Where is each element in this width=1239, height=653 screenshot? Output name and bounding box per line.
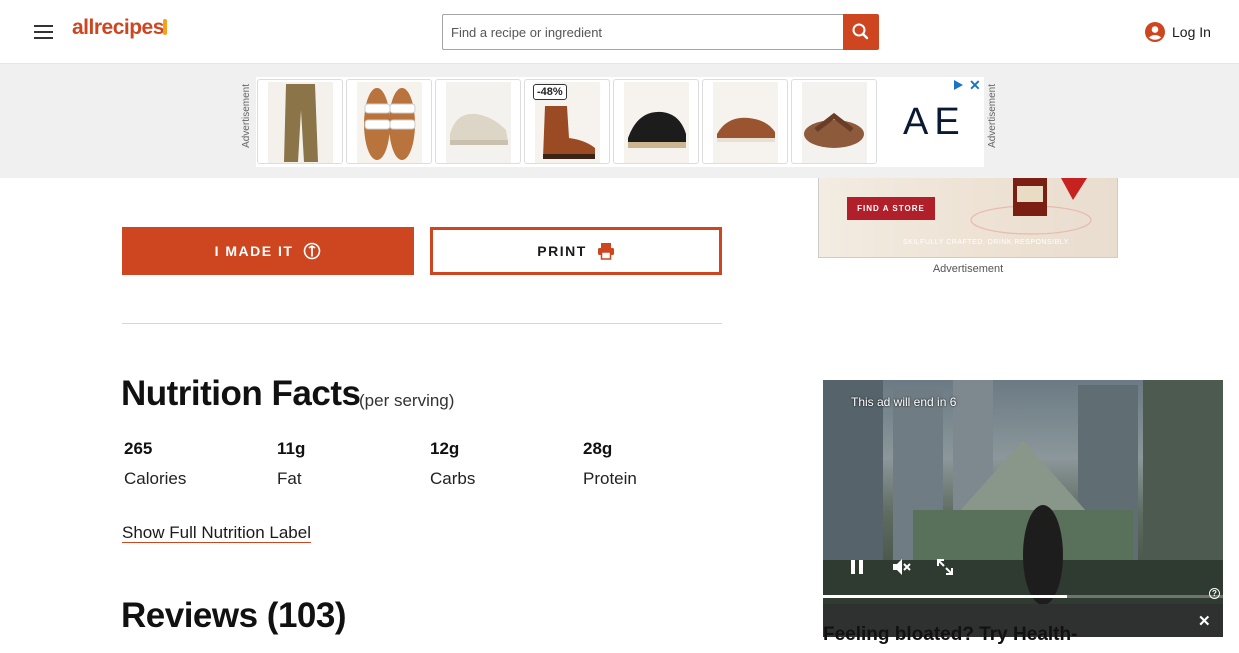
fat-value: 11g (277, 439, 306, 458)
ad-product-white-sandals[interactable] (346, 79, 432, 164)
video-ad-timer: This ad will end in 6 (851, 395, 957, 409)
ae-brand-logo[interactable]: AE (903, 101, 966, 144)
discount-badge: -48% (533, 84, 567, 100)
related-headline[interactable]: Feeling bloated? Try Health- (823, 624, 1113, 653)
fullscreen-icon[interactable] (934, 556, 956, 578)
ad-close-icon[interactable]: ✕ (969, 77, 981, 94)
site-header: allrecipes Log In (0, 0, 1239, 64)
search-icon (852, 23, 869, 40)
top-ad-banner: Advertisement Advertisement -48% AE ✕ (0, 64, 1239, 178)
ad-product-black-sandals[interactable] (613, 79, 699, 164)
boat-shoe-image (713, 82, 778, 163)
print-button[interactable]: PRINT (430, 227, 722, 275)
site-logo[interactable]: allrecipes (72, 16, 164, 40)
adchoices-icon[interactable] (952, 79, 964, 91)
sneaker-image (446, 82, 511, 163)
city-scene-image (823, 380, 1223, 605)
i-made-it-button[interactable]: I MADE IT (122, 227, 414, 275)
calories-label: Calories (124, 469, 187, 488)
video-frame (823, 380, 1223, 605)
side-ad-label: Advertisement (932, 263, 1004, 275)
pause-icon[interactable] (846, 556, 868, 578)
section-divider (122, 323, 722, 324)
ad-product-cargo-pants[interactable] (257, 79, 343, 164)
ad-product-boat-shoes[interactable] (702, 79, 788, 164)
search-bar (442, 14, 879, 50)
video-ad-player[interactable]: This ad will end in 6 ? ✕ (823, 380, 1223, 637)
ad-product-sneakers[interactable] (435, 79, 521, 164)
chef-hat-icon (304, 242, 321, 260)
sandals-image (357, 82, 422, 163)
user-account-icon (1145, 22, 1165, 42)
search-input[interactable] (442, 14, 843, 50)
side-ad-tagline: SKILFULLY CRAFTED. DRINK RESPONSIBLY. (903, 239, 1071, 246)
ad-product-chelsea-boots[interactable]: -48% (524, 79, 610, 164)
hamburger-menu-icon[interactable] (30, 18, 58, 46)
protein-label: Protein (583, 469, 637, 488)
video-close-icon[interactable]: ✕ (1198, 612, 1211, 630)
search-button[interactable] (843, 14, 879, 50)
show-full-nutrition-link[interactable]: Show Full Nutrition Label (122, 523, 311, 543)
reviews-heading: Reviews (103) (121, 596, 347, 635)
i-made-it-label: I MADE IT (214, 243, 294, 259)
ad-label-left: Advertisement (241, 84, 252, 148)
ad-creative[interactable]: -48% AE ✕ (256, 77, 984, 167)
printer-icon (597, 243, 614, 260)
side-ad-creative[interactable]: FIND A STORE SKILFULLY CRAFTED. DRINK RE… (818, 178, 1118, 258)
ad-product-flip-flops[interactable] (791, 79, 877, 164)
pants-image (268, 82, 333, 163)
protein-value: 28g (583, 439, 613, 458)
calories-value: 265 (124, 439, 153, 458)
carbs-value: 12g (430, 439, 460, 458)
print-label: PRINT (537, 243, 587, 259)
login-button[interactable]: Log In (1144, 20, 1211, 44)
related-headline-text: Feeling bloated? Try Health- (823, 624, 1078, 645)
whisky-bottle-image (970, 178, 1092, 235)
find-store-button[interactable]: FIND A STORE (847, 197, 935, 220)
black-sandal-image (624, 82, 689, 163)
logo-accent-mark (163, 19, 167, 35)
video-progress-fill (823, 595, 1067, 598)
help-icon[interactable]: ? (1209, 588, 1220, 599)
nutrition-title: Nutrition Facts (121, 374, 361, 413)
video-progress-track[interactable] (823, 595, 1223, 598)
ad-label-right: Advertisement (987, 84, 998, 148)
mute-icon[interactable] (890, 556, 912, 578)
flip-flop-image (802, 82, 867, 163)
fat-label: Fat (277, 469, 302, 488)
nutrition-subtitle: (per serving) (359, 391, 455, 410)
carbs-label: Carbs (430, 469, 476, 488)
login-label: Log In (1172, 24, 1211, 40)
